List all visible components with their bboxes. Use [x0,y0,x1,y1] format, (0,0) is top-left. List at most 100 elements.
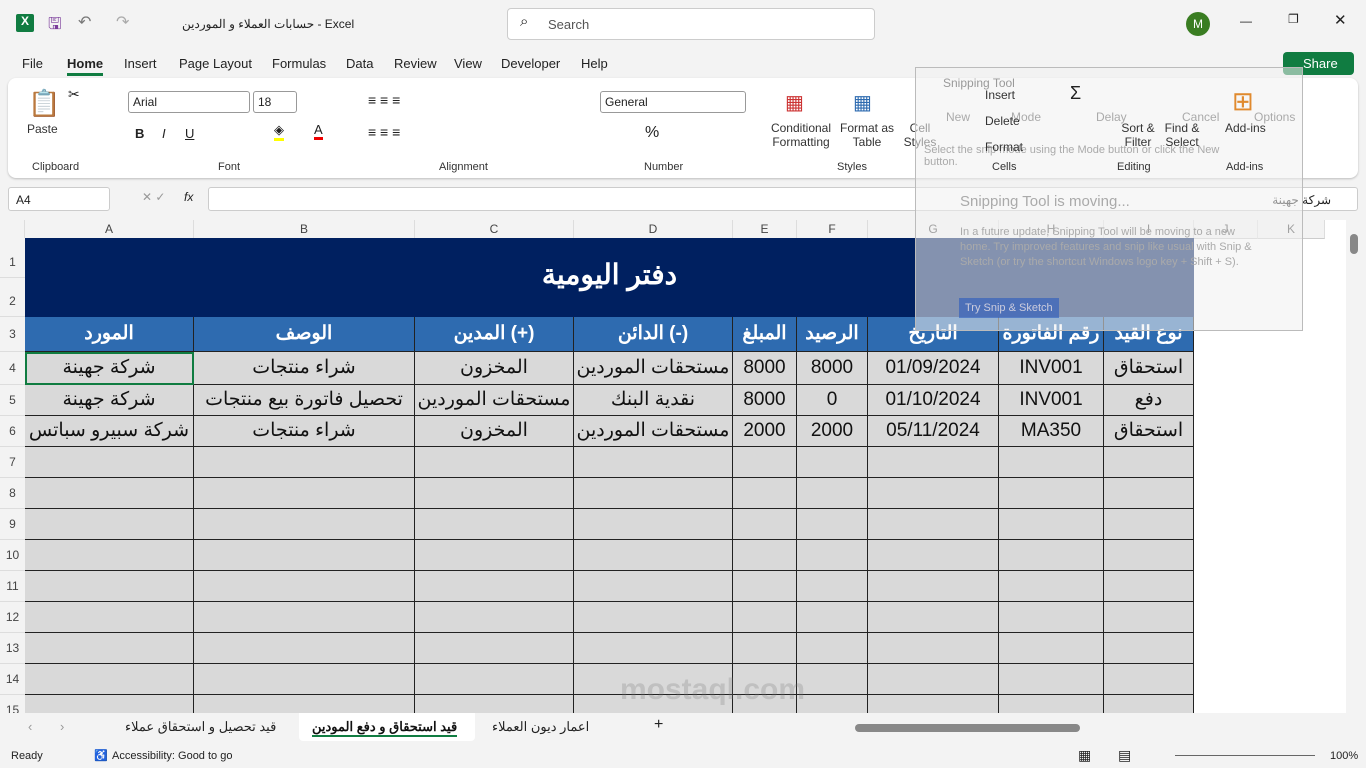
row-header[interactable]: 11 [0,571,25,602]
table-cell[interactable] [194,447,415,478]
table-cell[interactable] [194,540,415,571]
table-cell[interactable]: MA350 [999,416,1104,447]
tab-formulas[interactable]: Formulas [272,56,326,71]
table-cell[interactable] [733,509,797,540]
table-cell[interactable] [868,447,999,478]
table-cell[interactable] [797,695,868,713]
format-as-table-button[interactable]: Format as Table [838,121,896,149]
vertical-scrollbar[interactable] [1350,234,1358,254]
table-cell[interactable]: المخزون [415,416,574,447]
row-header[interactable]: 14 [0,664,25,695]
table-cell[interactable] [415,602,574,633]
sheet-tab[interactable]: اعمار ديون العملاء [492,719,589,735]
column-header[interactable]: D [574,220,733,239]
table-cell[interactable] [733,633,797,664]
table-cell[interactable] [733,540,797,571]
table-cell[interactable] [1104,602,1194,633]
accessibility-icon[interactable]: ♿ [94,749,108,762]
row-header[interactable]: 3 [0,317,25,352]
add-ins-button[interactable]: Add-ins [1225,121,1266,135]
table-cell[interactable] [415,695,574,713]
insert-cells-button[interactable]: Insert [985,88,1015,102]
table-cell[interactable] [25,664,194,695]
table-cell[interactable]: 8000 [733,385,797,416]
table-cell[interactable]: شراء منتجات [194,352,415,385]
tab-data[interactable]: Data [346,56,373,71]
table-cell[interactable]: 2000 [733,416,797,447]
table-cell[interactable] [1104,447,1194,478]
column-header[interactable]: B [194,220,415,239]
tab-help[interactable]: Help [581,56,608,71]
conditional-formatting-button[interactable]: Conditional Formatting [768,121,834,149]
table-cell[interactable] [797,540,868,571]
horizontal-scrollbar[interactable] [855,724,1080,732]
table-cell[interactable] [999,664,1104,695]
table-cell[interactable] [868,633,999,664]
table-cell[interactable]: 01/09/2024 [868,352,999,385]
percent-icon[interactable]: % [645,124,659,142]
table-cell[interactable] [415,509,574,540]
table-cell[interactable] [733,478,797,509]
search-input[interactable]: Search [507,8,875,40]
font-size-select[interactable]: 18 [253,91,297,113]
tab-view[interactable]: View [454,56,482,71]
italic-button[interactable]: I [162,126,166,141]
table-cell[interactable] [868,540,999,571]
tab-insert[interactable]: Insert [124,56,157,71]
cut-icon[interactable]: ✂ [68,86,80,103]
conditional-formatting-icon[interactable]: ▦ [785,90,804,115]
table-cell[interactable] [25,509,194,540]
table-cell[interactable] [797,571,868,602]
table-cell[interactable] [999,447,1104,478]
table-cell[interactable] [194,602,415,633]
table-cell[interactable] [415,664,574,695]
table-cell[interactable] [574,571,733,602]
active-cell[interactable]: شركة جهينة [25,352,194,385]
redo-icon[interactable]: ↷ [116,12,129,32]
table-cell[interactable]: شراء منتجات [194,416,415,447]
table-cell[interactable] [733,571,797,602]
table-cell[interactable] [25,571,194,602]
table-cell[interactable]: 2000 [797,416,868,447]
table-cell[interactable] [999,602,1104,633]
table-cell[interactable] [868,478,999,509]
table-cell[interactable]: استحقاق [1104,352,1194,385]
row-header[interactable]: 5 [0,385,25,416]
table-cell[interactable] [415,633,574,664]
minimize-icon[interactable]: — [1240,14,1252,28]
table-cell[interactable] [25,633,194,664]
row-header[interactable]: 2 [0,278,25,317]
row-header[interactable]: 12 [0,602,25,633]
column-header[interactable]: A [25,220,194,239]
table-cell[interactable]: مستحقات الموردين [574,416,733,447]
table-cell[interactable] [797,478,868,509]
tab-file[interactable]: File [22,56,43,71]
format-as-table-icon[interactable]: ▦ [853,90,872,115]
table-cell[interactable] [868,571,999,602]
table-cell[interactable]: المخزون [415,352,574,385]
table-cell[interactable]: شركة جهينة [25,385,194,416]
table-cell[interactable]: شركة سبيرو سباتس [25,416,194,447]
row-header[interactable]: 6 [0,416,25,447]
tab-home[interactable]: Home [67,56,104,76]
name-box[interactable]: A4 [8,187,110,211]
column-header[interactable]: J [1194,220,1258,239]
format-cells-button[interactable]: Format [985,140,1023,154]
table-cell[interactable] [868,602,999,633]
column-header[interactable]: G [868,220,999,239]
table-cell[interactable]: INV001 [999,352,1104,385]
table-cell[interactable] [194,571,415,602]
align-top-icon[interactable]: ≡ ≡ ≡ [368,92,400,108]
column-header[interactable]: I [1104,220,1194,239]
undo-icon[interactable]: ↶ [78,12,91,32]
zoom-level[interactable]: 100% [1330,750,1358,762]
table-cell[interactable] [1104,540,1194,571]
table-cell[interactable]: استحقاق [1104,416,1194,447]
table-cell[interactable] [733,447,797,478]
table-cell[interactable] [574,602,733,633]
row-header[interactable]: 13 [0,633,25,664]
tab-page-layout[interactable]: Page Layout [179,56,252,71]
table-cell[interactable]: نقدية البنك [574,385,733,416]
table-cell[interactable] [1104,664,1194,695]
sort-filter-button[interactable]: Sort & Filter [1118,121,1158,149]
